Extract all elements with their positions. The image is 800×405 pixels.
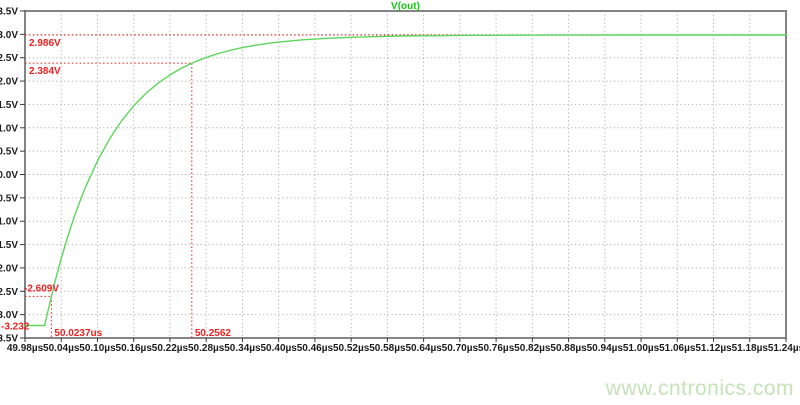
y-tick-label: -3.0V [0,310,18,321]
vout-trace[interactable] [25,35,786,326]
x-tick-label: 50.52µs [333,343,370,354]
plot-title[interactable]: V(out) [391,1,420,12]
trace-start-value-label: -3.232 [1,321,30,332]
x-tick-label: 50.82µs [514,343,551,354]
cursor-time-label[interactable]: 50.0237us [54,328,102,339]
y-tick-label: 1.0V [0,123,18,134]
y-tick-label: -0.5V [0,193,18,204]
y-tick-label: 1.5V [0,100,18,111]
cursor-label-layer: 2.986V 2.384V -2.609V 50.0237us 50.2562 -3.23… [1,38,231,339]
x-tick-label: 50.58µs [369,343,406,354]
x-tick-label: 51.12µs [695,343,732,354]
cursor-value-label[interactable]: 2.986V [29,38,61,49]
grid-layer [25,11,786,338]
x-tick-label: 50.40µs [260,343,297,354]
x-tick-label: 50.94µs [587,343,624,354]
x-tick-label: 50.46µs [297,343,334,354]
x-tick-label: 50.22µs [152,343,189,354]
axis-layer: 3.5V 3.0V 2.5V 2.0V 1.5V 1.0V 0.5V 0.0V -0.5V -1.… [0,7,800,355]
x-tick-label: 50.04µs [43,343,80,354]
watermark: www.cntronics.com [606,377,794,401]
y-tick-label: -1.5V [0,240,18,251]
y-tick-label: 3.0V [0,30,18,41]
x-tick-label: 50.88µs [550,343,587,354]
x-tick-label: 50.10µs [79,343,116,354]
x-tick-label: 50.70µs [442,343,479,354]
y-tick-label: 0.0V [0,170,18,181]
x-tick-label: 50.64µs [405,343,442,354]
waveform-window: 3.5V 3.0V 2.5V 2.0V 1.5V 1.0V 0.5V 0.0V -0.5V -1.… [0,0,800,405]
x-tick-label: 50.76µs [478,343,515,354]
x-tick-label: 51.24µs [768,343,800,354]
y-tick-label: 2.0V [0,77,18,88]
y-tick-label: 0.5V [0,147,18,158]
y-tick-label: -1.0V [0,217,18,228]
y-tick-label: 2.5V [0,53,18,64]
cursor-time-label[interactable]: 50.2562 [195,328,232,339]
x-tick-label: 51.18µs [732,343,769,354]
x-tick-label: 50.28µs [188,343,225,354]
cursor-layer [25,35,786,338]
y-tick-label: 3.5V [0,7,18,18]
trace-layer [25,35,786,326]
waveform-plot[interactable]: 3.5V 3.0V 2.5V 2.0V 1.5V 1.0V 0.5V 0.0V -0.5V -1.… [0,0,800,405]
y-tick-label: -2.0V [0,263,18,274]
cursor-value-label[interactable]: -2.609V [24,283,59,294]
x-tick-label: 51.06µs [659,343,696,354]
x-tick-label: 50.34µs [224,343,261,354]
x-tick-label: 51.00µs [623,343,660,354]
x-tick-label: 50.16µs [116,343,153,354]
x-tick-label: 49.98µs [7,343,44,354]
y-tick-label: -2.5V [0,287,18,298]
cursor-value-label[interactable]: 2.384V [29,66,61,77]
